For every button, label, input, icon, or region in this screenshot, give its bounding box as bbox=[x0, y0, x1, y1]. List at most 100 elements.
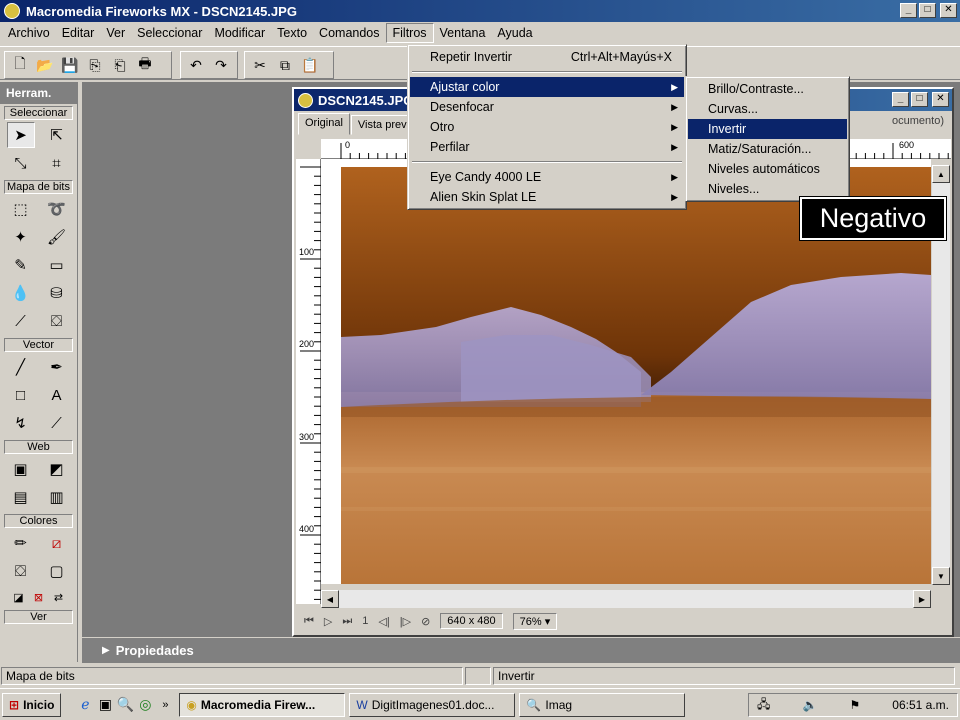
clock[interactable]: 06:51 a.m. bbox=[892, 698, 949, 712]
brush-tool-icon[interactable]: 🖌 bbox=[43, 224, 71, 250]
scroll-down-button[interactable]: ▼ bbox=[932, 567, 950, 585]
menu-item-repeat-invert[interactable]: Repetir Invertir Ctrl+Alt+Mayús+X bbox=[410, 47, 684, 67]
zoom-select[interactable]: 76% ▾ bbox=[512, 612, 558, 630]
prev-frame-icon[interactable]: ◁| bbox=[378, 615, 389, 628]
scale-tool-icon[interactable]: ⤡ bbox=[7, 150, 35, 176]
task-fireworks[interactable]: ◉ Macromedia Firew... bbox=[179, 692, 346, 717]
cut-icon[interactable]: ✂ bbox=[249, 54, 271, 76]
magic-wand-tool-icon[interactable]: ✦ bbox=[7, 224, 35, 250]
rectangle-tool-icon[interactable]: □ bbox=[7, 382, 35, 408]
tab-original[interactable]: Original bbox=[298, 113, 350, 135]
tab-preview[interactable]: Vista prev bbox=[350, 115, 414, 135]
menu-ventana[interactable]: Ventana bbox=[434, 24, 492, 42]
menu-item-invert[interactable]: Invertir bbox=[688, 119, 847, 139]
tools-panel-header[interactable]: Herram. bbox=[0, 82, 77, 104]
rubber-stamp-tool-icon[interactable]: ⛁ bbox=[43, 280, 71, 306]
menu-item-eye-candy[interactable]: Eye Candy 4000 LE ▶ bbox=[410, 167, 684, 187]
line-tool-icon[interactable]: ╱ bbox=[7, 354, 35, 380]
pen-tool-icon[interactable]: ✒ bbox=[43, 354, 71, 380]
eyedropper-tool-icon[interactable]: ⟋ bbox=[7, 308, 35, 334]
volume-icon[interactable]: 🔈 bbox=[802, 698, 817, 712]
task-images[interactable]: 🔍 Imag bbox=[519, 692, 686, 717]
eraser-tool-icon[interactable]: ▭ bbox=[43, 252, 71, 278]
desktop-icon[interactable]: ▣ bbox=[95, 695, 115, 715]
media-icon[interactable]: ◎ bbox=[135, 695, 155, 715]
maximize-button[interactable]: □ bbox=[919, 3, 936, 18]
redo-icon[interactable]: ↷ bbox=[210, 54, 232, 76]
menu-archivo[interactable]: Archivo bbox=[2, 24, 56, 42]
paste-icon[interactable]: 📋 bbox=[299, 54, 321, 76]
menu-item-blur[interactable]: Desenfocar ▶ bbox=[410, 97, 684, 117]
first-frame-icon[interactable]: ⏮ bbox=[304, 615, 314, 628]
hide-slices-icon[interactable]: ▤ bbox=[7, 484, 35, 510]
hotspot-tool-icon[interactable]: ▣ bbox=[7, 456, 35, 482]
no-stroke-swatch-icon[interactable]: ⧄ bbox=[43, 530, 71, 556]
menu-ver[interactable]: Ver bbox=[100, 24, 131, 42]
doc-minimize-button[interactable]: _ bbox=[892, 92, 909, 107]
properties-panel-header[interactable]: ▶ Propiedades bbox=[82, 638, 960, 663]
subselect-tool-icon[interactable]: ⇱ bbox=[43, 122, 71, 148]
last-frame-icon[interactable]: ⏭ bbox=[342, 615, 352, 628]
close-button[interactable]: ✕ bbox=[940, 3, 957, 18]
print-icon[interactable]: 🖶 bbox=[134, 54, 156, 76]
show-slices-icon[interactable]: ▥ bbox=[43, 484, 71, 510]
scroll-left-button[interactable]: ◀ bbox=[321, 590, 339, 608]
start-button[interactable]: ⊞ Inicio bbox=[2, 692, 62, 717]
menu-filtros[interactable]: Filtros bbox=[385, 23, 434, 43]
menu-ayuda[interactable]: Ayuda bbox=[491, 24, 538, 42]
knife-tool-icon[interactable]: ⟋ bbox=[43, 410, 71, 436]
stop-icon[interactable]: ⊘ bbox=[421, 615, 430, 628]
menu-item-other[interactable]: Otro ▶ bbox=[410, 117, 684, 137]
crop-tool-icon[interactable]: ⌗ bbox=[43, 150, 71, 176]
swap-colors-icon[interactable]: ⇄ bbox=[50, 588, 68, 606]
menu-comandos[interactable]: Comandos bbox=[313, 24, 385, 42]
task-word-doc[interactable]: W DigitImagenes01.doc... bbox=[349, 692, 516, 717]
stroke-color-icon[interactable]: ✏ bbox=[7, 530, 35, 556]
undo-icon[interactable]: ↶ bbox=[185, 54, 207, 76]
export-icon[interactable]: ⎗ bbox=[109, 54, 131, 76]
menu-item-hue-saturation[interactable]: Matiz/Saturación... bbox=[688, 139, 847, 159]
save-icon[interactable]: 💾 bbox=[59, 54, 81, 76]
pencil-tool-icon[interactable]: ✎ bbox=[7, 252, 35, 278]
slice-tool-icon[interactable]: ◩ bbox=[43, 456, 71, 482]
pointer-tool-icon[interactable]: ➤ bbox=[6, 122, 35, 148]
doc-close-button[interactable]: ✕ bbox=[932, 92, 949, 107]
next-frame-icon[interactable]: |▷ bbox=[400, 615, 411, 628]
fill-color-icon[interactable]: ⛋ bbox=[7, 558, 35, 584]
menu-texto[interactable]: Texto bbox=[271, 24, 313, 42]
doc-maximize-button[interactable]: □ bbox=[911, 92, 928, 107]
menu-modificar[interactable]: Modificar bbox=[208, 24, 271, 42]
play-icon[interactable]: ▷ bbox=[324, 615, 332, 628]
search-icon[interactable]: 🔍 bbox=[115, 695, 135, 715]
no-color-icon[interactable]: ⊠ bbox=[30, 588, 48, 606]
internet-explorer-icon[interactable]: ℯ bbox=[75, 695, 95, 715]
scroll-right-button[interactable]: ▶ bbox=[913, 590, 931, 608]
menu-item-brightness-contrast[interactable]: Brillo/Contraste... bbox=[688, 79, 847, 99]
menu-item-auto-levels[interactable]: Niveles automáticos bbox=[688, 159, 847, 179]
menu-item-adjust-color[interactable]: Ajustar color ▶ bbox=[410, 77, 684, 97]
marquee-tool-icon[interactable]: ⬚ bbox=[7, 196, 35, 222]
menu-item-levels[interactable]: Niveles... bbox=[688, 179, 847, 199]
blur-tool-icon[interactable]: 💧 bbox=[7, 280, 35, 306]
network-icon[interactable]: 🖧 bbox=[757, 695, 770, 716]
fill-swatch-icon[interactable]: ▢ bbox=[43, 558, 71, 584]
open-icon[interactable]: 📂 bbox=[34, 54, 56, 76]
horizontal-scrollbar[interactable]: ◀ ▶ bbox=[321, 590, 931, 608]
default-colors-icon[interactable]: ◪ bbox=[10, 588, 28, 606]
new-icon[interactable]: 🗋 bbox=[9, 54, 31, 76]
text-tool-icon[interactable]: A bbox=[43, 382, 71, 408]
freeform-tool-icon[interactable]: ↯ bbox=[7, 410, 35, 436]
lasso-tool-icon[interactable]: ➰ bbox=[43, 196, 71, 222]
more-quicklaunch-icon[interactable]: » bbox=[155, 695, 175, 715]
security-icon[interactable]: ⚑ bbox=[849, 698, 860, 712]
copy-icon[interactable]: ⧉ bbox=[274, 54, 296, 76]
paint-bucket-tool-icon[interactable]: ⛋ bbox=[43, 308, 71, 334]
menu-editar[interactable]: Editar bbox=[56, 24, 101, 42]
minimize-button[interactable]: _ bbox=[900, 3, 917, 18]
menu-item-alien-skin-splat[interactable]: Alien Skin Splat LE ▶ bbox=[410, 187, 684, 207]
menu-seleccionar[interactable]: Seleccionar bbox=[131, 24, 208, 42]
menu-item-curves[interactable]: Curvas... bbox=[688, 99, 847, 119]
scroll-up-button[interactable]: ▲ bbox=[932, 165, 950, 183]
import-icon[interactable]: ⎘ bbox=[84, 54, 106, 76]
menu-item-sharpen[interactable]: Perfilar ▶ bbox=[410, 137, 684, 157]
